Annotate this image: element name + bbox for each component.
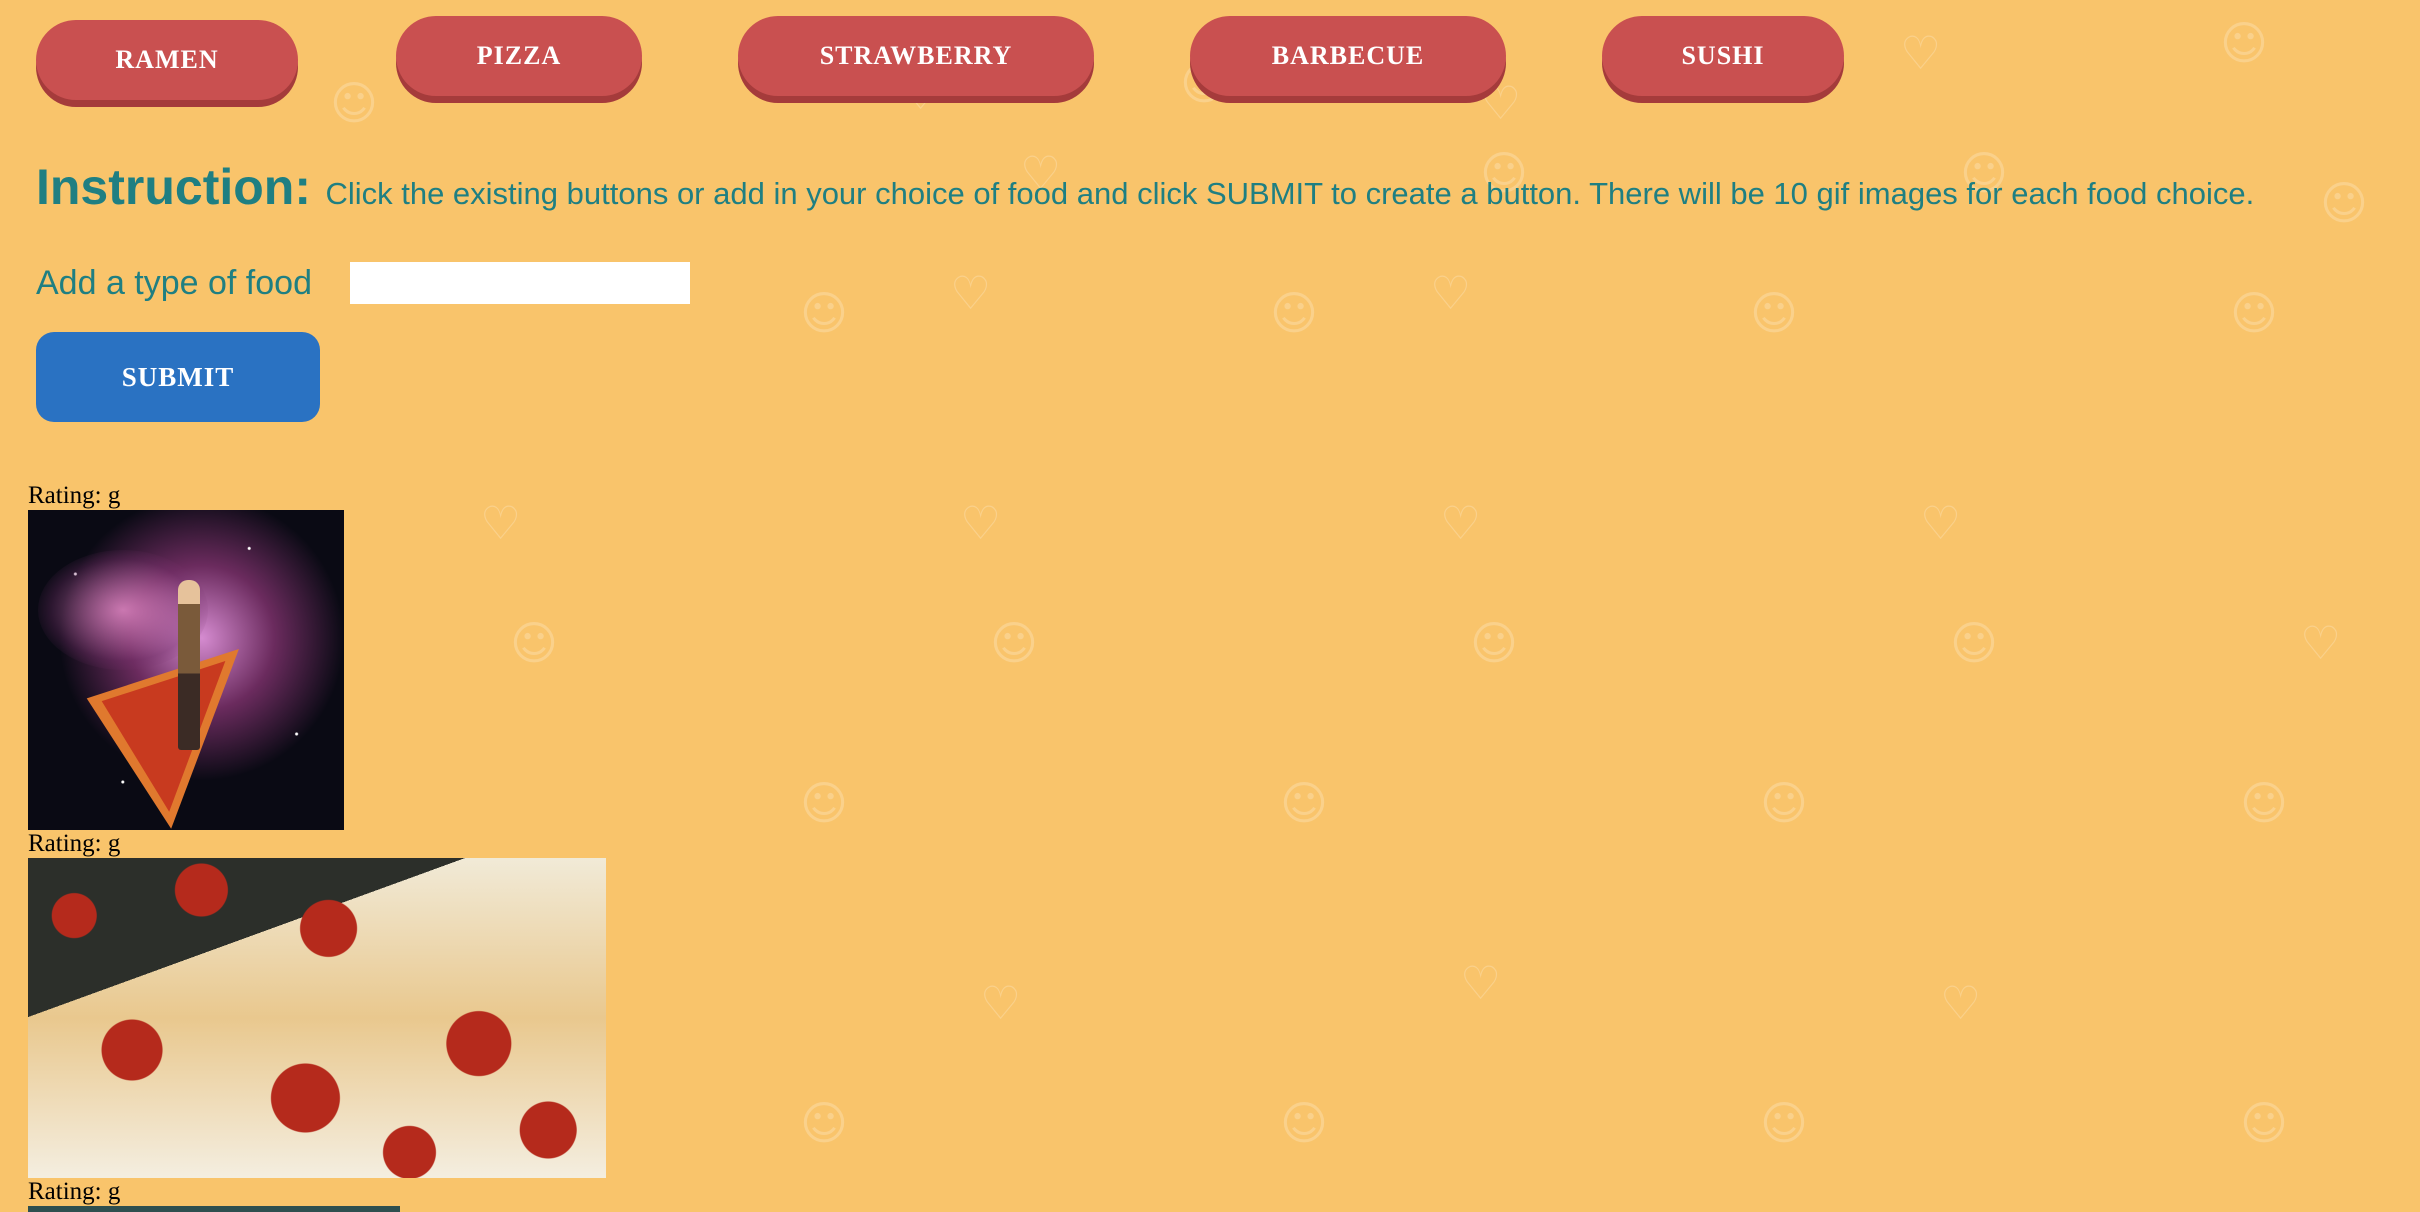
instruction-line: Instruction: Click the existing buttons … <box>36 158 2254 216</box>
instruction-label: Instruction: <box>36 159 311 215</box>
topic-button-sushi[interactable]: SUSHI <box>1602 16 1844 96</box>
cheesy-pepperoni-pizza-gif[interactable] <box>28 858 606 1178</box>
gif-item: Rating: g <box>28 830 606 1178</box>
food-input[interactable] <box>350 262 690 304</box>
add-food-row: Add a type of food <box>36 262 690 304</box>
gif-item: Rating: g <box>28 482 606 830</box>
topic-button-pizza[interactable]: PIZZA <box>396 16 642 96</box>
gif-partially-visible[interactable] <box>28 1206 400 1212</box>
gif-rating: Rating: g <box>28 1178 121 1205</box>
cowboy-figure <box>178 580 200 750</box>
gif-rating: Rating: g <box>28 830 121 857</box>
add-food-label: Add a type of food <box>36 263 312 302</box>
topic-button-strawberry[interactable]: STRAWBERRY <box>738 16 1094 96</box>
instruction-text: Click the existing buttons or add in you… <box>325 176 2255 211</box>
pizza-space-cowboy-gif[interactable] <box>28 510 344 830</box>
topic-button-barbecue[interactable]: BARBECUE <box>1190 16 1506 96</box>
gif-item: Rating: g <box>28 1178 606 1212</box>
gif-rating: Rating: g <box>28 482 121 509</box>
gif-results: Rating: g Rating: g Rating: g <box>28 482 606 1212</box>
topic-button-ramen[interactable]: RAMEN <box>36 20 298 100</box>
submit-button[interactable]: SUBMIT <box>36 332 320 422</box>
